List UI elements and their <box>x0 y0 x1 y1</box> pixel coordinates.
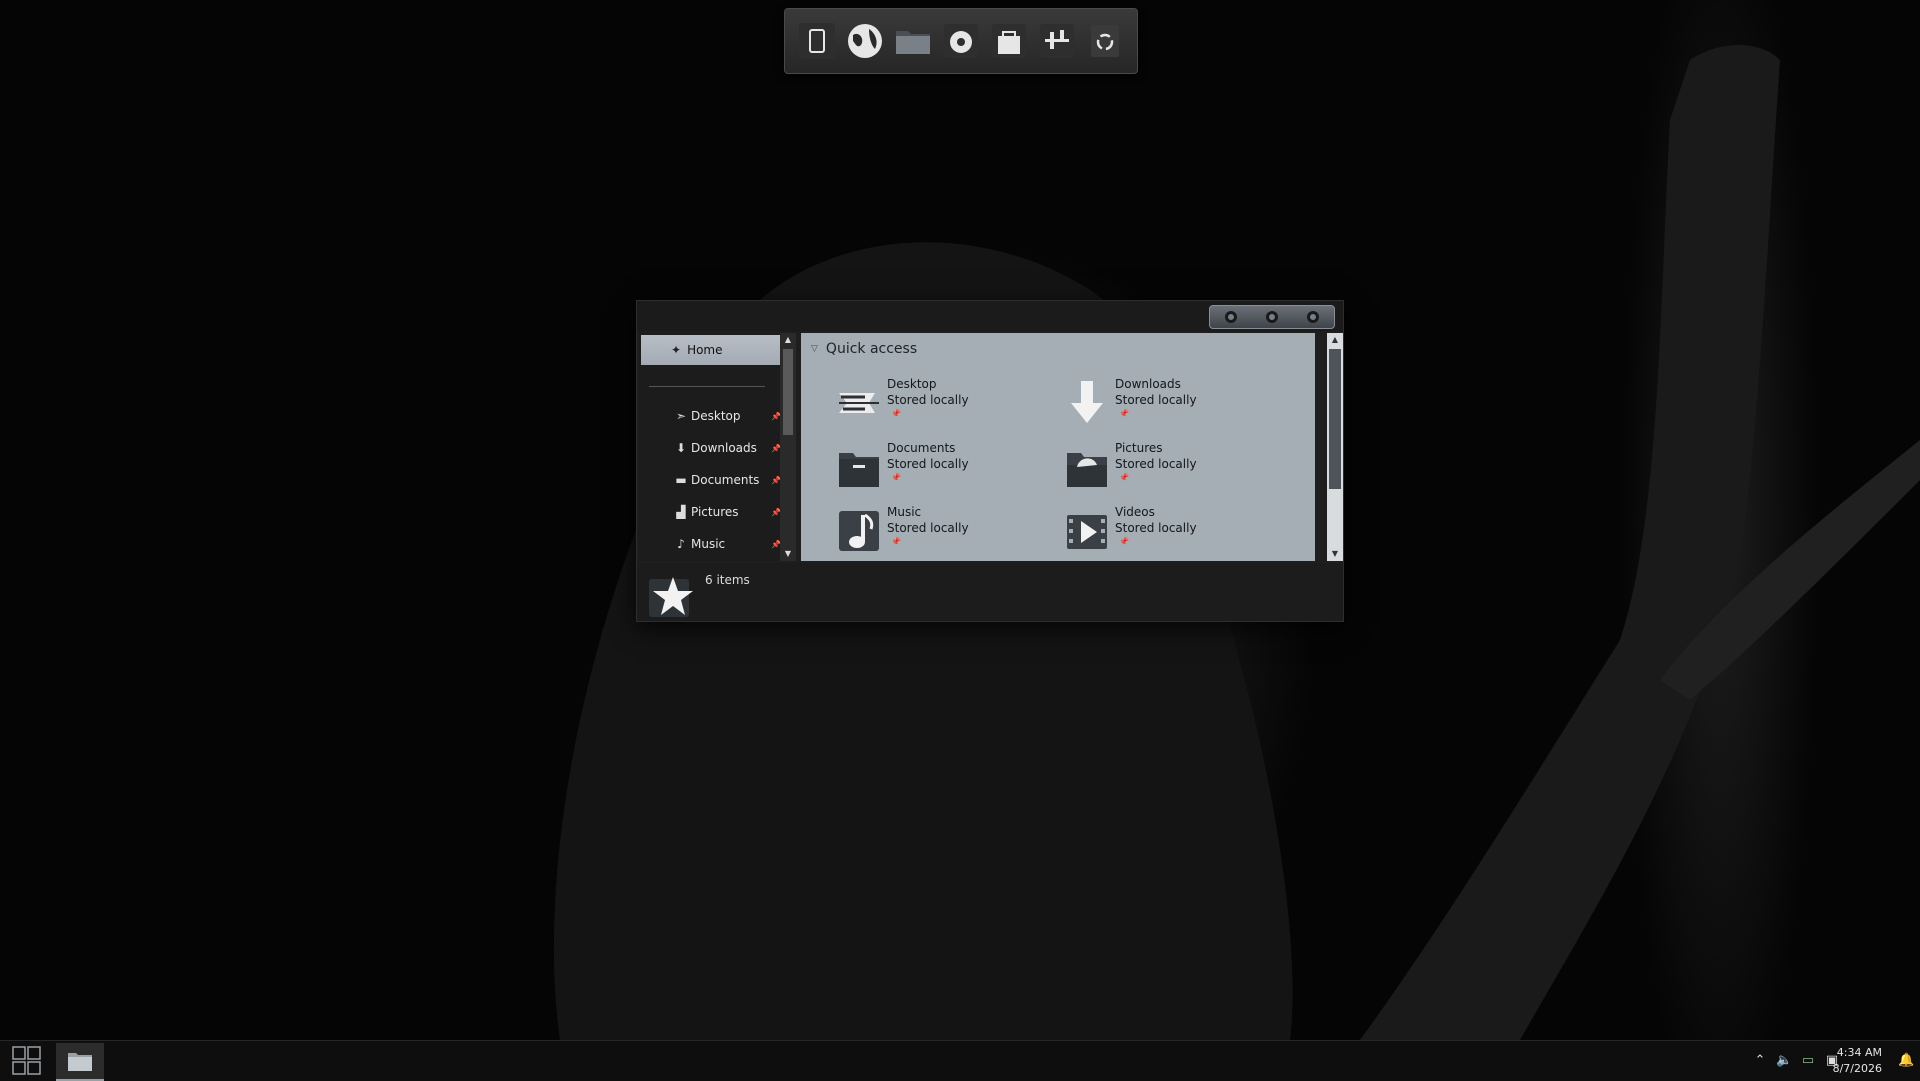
window-titlebar[interactable] <box>637 301 1343 331</box>
media-player-icon <box>944 24 978 58</box>
tile-status: Stored locally <box>1115 457 1197 471</box>
video-play-icon <box>1067 515 1107 549</box>
clock-time: 4:34 AM <box>1836 1046 1882 1059</box>
pin-icon: 📌 <box>1119 473 1129 482</box>
music-note-icon: ♪ <box>677 537 685 551</box>
folder-icon <box>896 31 930 54</box>
navigation-pane: ✦ Home ➣ Desktop 📌 ⬇ Downloads 📌 ▬ Docum… <box>639 333 785 561</box>
pin-icon: 📌 <box>1119 537 1129 546</box>
tile-name: Documents <box>887 441 956 455</box>
nav-item-label: Music <box>691 537 726 551</box>
app-dock <box>784 8 1138 74</box>
content-pane: ▽ Quick access Desktop Stored locally 📌 … <box>801 333 1315 561</box>
pin-icon: 📌 <box>891 409 901 418</box>
nav-item-pictures[interactable]: ▟ Pictures 📌 <box>639 500 785 524</box>
browser-globe-icon <box>848 24 882 58</box>
tile-status: Stored locally <box>887 457 969 471</box>
chevron-down-icon: ▽ <box>811 344 818 354</box>
taskbar: ⌃ 🔈 ▭ ▣ 4:34 AM 8/7/2026 🔔 <box>0 1040 1920 1081</box>
pictures-icon <box>1067 453 1107 487</box>
file-explorer-window: ✦ Home ➣ Desktop 📌 ⬇ Downloads 📌 ▬ Docum… <box>636 300 1344 622</box>
nav-item-documents[interactable]: ▬ Documents 📌 <box>639 468 785 492</box>
nav-item-downloads[interactable]: ⬇ Downloads 📌 <box>639 436 785 460</box>
nav-item-label: Desktop <box>691 409 741 423</box>
dock-folder-button[interactable] <box>893 19 933 63</box>
system-tray: ⌃ 🔈 ▭ ▣ 4:34 AM 8/7/2026 🔔 <box>1720 1041 1920 1081</box>
nav-scroll-thumb[interactable] <box>783 349 793 435</box>
dock-browser-button[interactable] <box>845 19 885 63</box>
content-scrollbar[interactable]: ▲ ▼ <box>1327 333 1343 561</box>
nav-home-label: Home <box>687 343 723 357</box>
item-count: 6 items <box>705 573 750 587</box>
pin-icon: 📌 <box>891 537 901 546</box>
recycle-bin-icon <box>1091 25 1119 57</box>
phone-icon <box>799 23 835 59</box>
nav-item-desktop[interactable]: ➣ Desktop 📌 <box>639 404 785 428</box>
content-scroll-thumb[interactable] <box>1329 349 1341 489</box>
pin-icon: 📌 <box>1119 409 1129 418</box>
dock-recycle-bin-button[interactable] <box>1085 19 1125 63</box>
quick-access-title: Quick access <box>825 341 918 357</box>
chevron-up-icon[interactable]: ⌃ <box>1752 1053 1768 1069</box>
tile-name: Music <box>887 505 922 519</box>
dock-store-button[interactable] <box>989 19 1029 63</box>
pictures-icon: ▟ <box>676 505 686 519</box>
quick-access-tile-music[interactable]: Music Stored locally 📌 <box>835 503 1055 555</box>
windows-start-icon <box>12 1046 41 1075</box>
tile-name: Videos <box>1115 505 1155 519</box>
scroll-up-arrow-icon[interactable]: ▲ <box>780 333 796 347</box>
notification-bell-icon[interactable]: 🔔 <box>1898 1053 1914 1069</box>
dock-settings-button[interactable] <box>1037 19 1077 63</box>
quick-access-star-icon <box>649 577 693 617</box>
scroll-down-arrow-icon[interactable]: ▼ <box>780 547 796 561</box>
tile-name: Downloads <box>1115 377 1181 391</box>
dock-phone-button[interactable] <box>797 19 837 63</box>
details-bar: 6 items <box>637 563 1343 621</box>
desktop-icon <box>839 393 879 413</box>
nav-item-label: Pictures <box>691 505 739 519</box>
nav-item-label: Documents <box>691 473 760 487</box>
download-arrow-icon: ⬇ <box>675 441 687 455</box>
clock-date: 8/7/2026 <box>1832 1062 1882 1075</box>
battery-icon[interactable]: ▭ <box>1800 1053 1816 1069</box>
settings-sliders-icon <box>1040 24 1074 58</box>
tile-status: Stored locally <box>887 393 969 407</box>
minimize-button[interactable] <box>1224 311 1237 323</box>
nav-item-home[interactable]: ✦ Home <box>641 335 781 365</box>
home-star-icon: ✦ <box>671 343 682 357</box>
tile-name: Pictures <box>1115 441 1163 455</box>
maximize-button[interactable] <box>1265 311 1278 323</box>
tile-status: Stored locally <box>887 521 969 535</box>
start-button[interactable] <box>8 1045 46 1077</box>
scroll-up-arrow-icon[interactable]: ▲ <box>1327 333 1343 347</box>
taskbar-file-explorer-button[interactable] <box>56 1043 104 1081</box>
documents-icon: ▬ <box>675 473 687 487</box>
quick-access-tile-downloads[interactable]: Downloads Stored locally 📌 <box>1063 375 1283 427</box>
store-bag-icon <box>992 24 1026 58</box>
volume-icon[interactable]: 🔈 <box>1776 1053 1792 1069</box>
tile-status: Stored locally <box>1115 521 1197 535</box>
close-button[interactable] <box>1307 311 1320 323</box>
quick-access-tile-pictures[interactable]: Pictures Stored locally 📌 <box>1063 439 1283 491</box>
quick-access-tile-videos[interactable]: Videos Stored locally 📌 <box>1063 503 1283 555</box>
dock-media-button[interactable] <box>941 19 981 63</box>
scroll-down-arrow-icon[interactable]: ▼ <box>1327 547 1343 561</box>
download-arrow-icon <box>1071 381 1103 423</box>
pin-icon: 📌 <box>891 473 901 482</box>
nav-item-label: Downloads <box>691 441 757 455</box>
window-caption-buttons <box>1209 305 1335 329</box>
quick-access-tile-desktop[interactable]: Desktop Stored locally 📌 <box>835 375 1055 427</box>
documents-icon <box>839 453 879 487</box>
nav-scrollbar[interactable]: ▲ ▼ <box>780 333 796 561</box>
tile-name: Desktop <box>887 377 937 391</box>
desktop-icon: ➣ <box>675 409 687 423</box>
music-note-icon <box>839 511 879 551</box>
nav-item-music[interactable]: ♪ Music 📌 <box>639 532 785 556</box>
taskbar-clock[interactable]: 4:34 AM 8/7/2026 <box>1833 1045 1882 1077</box>
tile-status: Stored locally <box>1115 393 1197 407</box>
quick-access-header[interactable]: ▽ Quick access <box>811 341 917 357</box>
nav-divider <box>649 386 765 387</box>
quick-access-tile-documents[interactable]: Documents Stored locally 📌 <box>835 439 1055 491</box>
folder-icon <box>68 1053 92 1071</box>
